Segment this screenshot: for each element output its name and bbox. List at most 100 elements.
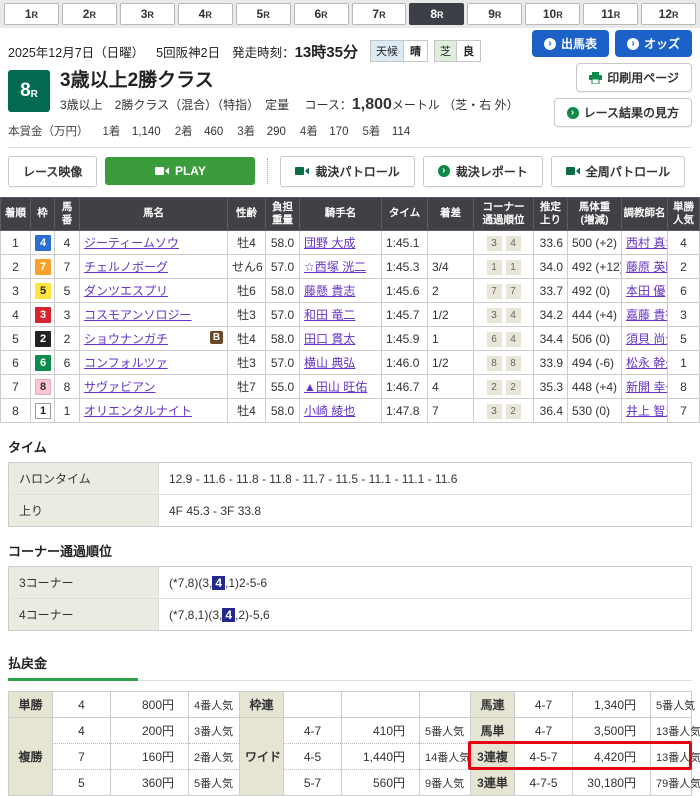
payout-table: 単勝4800円4番人気枠連馬連4-71,340円5番人気複勝4200円3番人気ワ… <box>8 691 692 796</box>
finish-time: 1:47.8 <box>382 399 428 423</box>
payout-popularity: 13番人気 <box>651 744 692 770</box>
jockey-name-link[interactable]: 小崎 綾也 <box>304 404 355 418</box>
turf-label: 芝 <box>435 41 457 61</box>
odds-button[interactable]: › オッズ <box>615 30 692 57</box>
horse-name-link[interactable]: ダンツエスプリ <box>84 284 168 298</box>
payout-amount: 4,420円 <box>573 744 651 770</box>
jockey-name-link[interactable]: ▲田山 旺佑 <box>304 380 367 394</box>
all-round-patrol-button[interactable]: 全周パトロール <box>551 156 685 187</box>
trainer-name-link[interactable]: 井上 智史 <box>626 404 668 418</box>
trainer-name-link[interactable]: 須貝 尚介 <box>626 332 668 346</box>
horse-name-link[interactable]: オリエンタルナイト <box>84 404 192 418</box>
horse-name-link[interactable]: サヴァビアン <box>84 380 156 394</box>
stewards-patrol-button[interactable]: 裁決パトロール <box>280 156 414 187</box>
prize-amount: 170 <box>329 126 348 138</box>
margin: 7 <box>428 399 474 423</box>
payout-popularity: 14番人気 <box>420 744 471 770</box>
distance-value: 1,800 <box>352 96 392 113</box>
frame-cell: 6 <box>31 351 55 375</box>
race-tab-3R[interactable]: 3R <box>120 3 175 25</box>
race-number-badge: 8R <box>8 70 50 112</box>
result-row: 811オリエンタルナイト牡458.0小崎 綾也1:47.873236.4530 … <box>1 399 700 423</box>
race-tab-2R[interactable]: 2R <box>62 3 117 25</box>
trainer-name-link[interactable]: 本田 優 <box>626 284 665 298</box>
results-guide-label: レース結果の見方 <box>584 104 679 121</box>
payout-popularity: 5番人気 <box>189 770 240 796</box>
finish-position: 1 <box>1 231 31 255</box>
trainer-cell: 須貝 尚介 <box>622 327 668 351</box>
prize-label: 本賞金（万円） <box>8 123 89 139</box>
corner-row-value: (*7,8,1)(3,4,2)-5,6 <box>159 599 692 631</box>
stewards-report-button[interactable]: › 裁決レポート <box>423 156 543 187</box>
jockey-cell: 団野 大成 <box>300 231 382 255</box>
jockey-name-link[interactable]: 横山 典弘 <box>304 356 355 370</box>
carried-weight: 57.0 <box>266 255 300 279</box>
race-tab-6R[interactable]: 6R <box>294 3 349 25</box>
jockey-name-link[interactable]: 和田 竜二 <box>304 308 355 322</box>
horse-number: 5 <box>55 279 80 303</box>
jockey-name-link[interactable]: 団野 大成 <box>304 236 355 250</box>
trainer-name-link[interactable]: 西村 真幸 <box>626 236 668 250</box>
race-video-button[interactable]: レース映像 <box>8 156 97 187</box>
start-time-label: 発走時刻：13時35分 <box>232 41 358 62</box>
turf-value: 良 <box>457 41 480 61</box>
corner-position-badge: 7 <box>487 284 502 299</box>
win-popularity: 6 <box>668 279 700 303</box>
corner-positions: 34 <box>474 303 534 327</box>
trainer-name-link[interactable]: 松永 幹夫 <box>626 356 668 370</box>
play-button[interactable]: PLAY <box>105 157 255 185</box>
margin: 4 <box>428 375 474 399</box>
corner-position-badge: 3 <box>487 308 502 323</box>
print-button-label: 印刷用ページ <box>607 69 679 86</box>
horse-name-cell: ジーティームソウ <box>80 231 228 255</box>
race-tab-1R[interactable]: 1R <box>4 3 59 25</box>
race-tab-9R[interactable]: 9R <box>467 3 522 25</box>
race-tab-7R[interactable]: 7R <box>352 3 407 25</box>
jockey-name-link[interactable]: 田口 貫太 <box>304 332 355 346</box>
payout-bet-type: 馬単 <box>471 718 515 744</box>
prize-place: 1着 <box>103 126 132 138</box>
results-col-header: 調教師名 <box>622 197 668 230</box>
entries-button[interactable]: › 出馬表 <box>532 30 609 57</box>
horse-name-link[interactable]: ショウナンガチ <box>84 332 168 346</box>
race-conditions: 3歳以上 2勝クラス（混合）（特指） 定量 コース：1,800メートル （芝・右… <box>60 96 519 114</box>
race-title: 3歳以上2勝クラス <box>60 70 519 92</box>
win-popularity: 2 <box>668 255 700 279</box>
prize-item: 4着 170 <box>300 123 349 139</box>
trainer-name-link[interactable]: 藤原 英昭 <box>626 260 668 274</box>
race-tab-4R[interactable]: 4R <box>178 3 233 25</box>
race-tab-unit: R <box>147 10 154 20</box>
trainer-name-link[interactable]: 新開 幸一 <box>626 380 668 394</box>
margin: 2 <box>428 279 474 303</box>
win-popularity: 8 <box>668 375 700 399</box>
corner-positions: 34 <box>474 231 534 255</box>
trainer-name-link[interactable]: 嘉藤 貴行 <box>626 308 668 322</box>
jockey-name-link[interactable]: ☆西塚 洸二 <box>304 260 366 274</box>
jockey-name-link[interactable]: 藤懸 貴志 <box>304 284 355 298</box>
horse-name-link[interactable]: チェルノボーグ <box>84 260 168 274</box>
finish-position: 4 <box>1 303 31 327</box>
stewards-patrol-label: 裁決パトロール <box>315 163 399 180</box>
payout-bet-type: 単勝 <box>9 692 53 718</box>
trainer-cell: 嘉藤 貴行 <box>622 303 668 327</box>
print-page-button[interactable]: 印刷用ページ <box>576 63 692 92</box>
finish-time: 1:46.7 <box>382 375 428 399</box>
top-action-buttons: › 出馬表 › オッズ 印刷用ページ › レース結果の見方 <box>492 30 692 127</box>
prize-amount: 1,140 <box>132 126 161 138</box>
horse-name-link[interactable]: コンフォルツァ <box>84 356 168 370</box>
payout-combination: 4-5-7 <box>515 744 573 770</box>
race-tab-8R[interactable]: 8R <box>409 3 464 25</box>
last-3f-time: 36.4 <box>534 399 568 423</box>
corner-section-title: コーナー通過順位 <box>8 541 692 560</box>
race-tab-10R[interactable]: 10R <box>525 3 580 25</box>
race-tab-11R[interactable]: 11R <box>583 3 638 25</box>
race-tab-12R[interactable]: 12R <box>641 3 696 25</box>
corner-position-badge: 2 <box>506 380 521 395</box>
race-tab-number: 8 <box>430 7 437 21</box>
race-tab-5R[interactable]: 5R <box>236 3 291 25</box>
odds-button-label: オッズ <box>644 35 680 52</box>
horse-name-link[interactable]: コスモアンソロジー <box>84 308 192 322</box>
margin <box>428 231 474 255</box>
horse-name-link[interactable]: ジーティームソウ <box>84 236 179 250</box>
results-guide-button[interactable]: › レース結果の見方 <box>554 98 692 127</box>
